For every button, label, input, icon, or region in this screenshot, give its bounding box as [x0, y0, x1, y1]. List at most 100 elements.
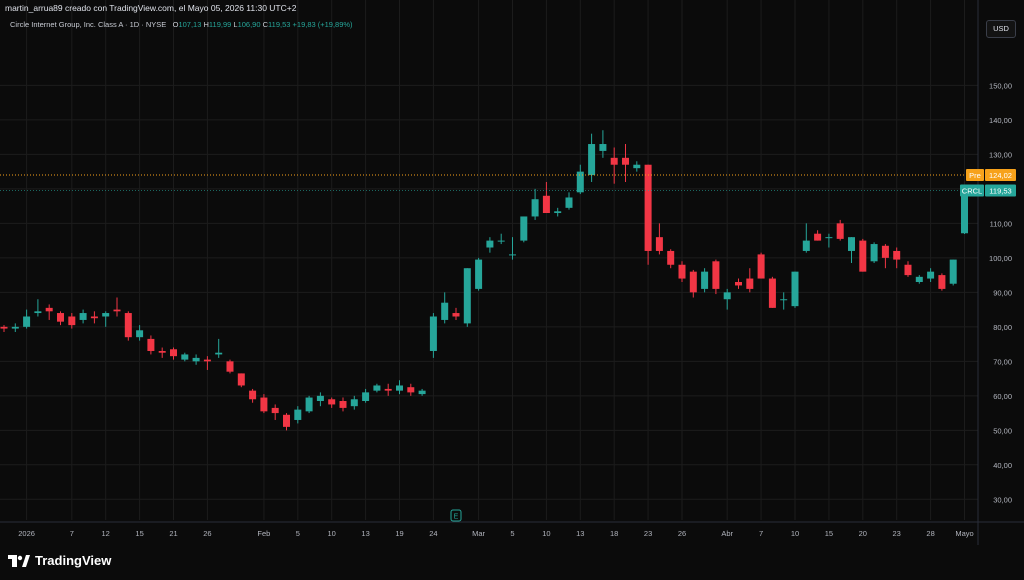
candle-body-down[interactable] — [57, 313, 64, 322]
candle-body-down[interactable] — [158, 350, 166, 353]
y-tick-label: 70,00 — [993, 357, 1012, 366]
candle-body-down[interactable] — [893, 250, 901, 260]
candle-body-up[interactable] — [316, 395, 324, 401]
candle-body-up[interactable] — [192, 357, 200, 362]
candle-body-down[interactable] — [735, 282, 742, 286]
candle-body-up[interactable] — [362, 392, 370, 401]
x-tick-label: 5 — [510, 529, 514, 538]
candle-body-up[interactable] — [802, 240, 810, 251]
candle-body-down[interactable] — [452, 313, 460, 317]
candle-body-up[interactable] — [554, 211, 562, 214]
candle-body-down[interactable] — [283, 414, 290, 427]
candle-body-down[interactable] — [746, 278, 754, 289]
candle-body-down[interactable] — [757, 254, 765, 279]
candle-body-down[interactable] — [124, 313, 132, 338]
candle-body-down[interactable] — [689, 271, 697, 293]
candle-body-down[interactable] — [814, 233, 822, 241]
candle-body-down[interactable] — [170, 349, 177, 357]
candle-body-down[interactable] — [407, 387, 415, 393]
candle-body-down[interactable] — [237, 373, 245, 386]
candle-body-down[interactable] — [68, 316, 76, 326]
candle-body-down[interactable] — [384, 388, 392, 391]
candle-body-down[interactable] — [644, 164, 652, 251]
candle-body-down[interactable] — [113, 309, 121, 312]
candle-body-up[interactable] — [633, 164, 641, 169]
candle-body-up[interactable] — [780, 299, 788, 301]
candle-body-down[interactable] — [655, 237, 663, 251]
candle-body-up[interactable] — [565, 197, 573, 208]
candle-body-down[interactable] — [90, 316, 98, 319]
candle-body-up[interactable] — [23, 316, 31, 327]
candle-body-up[interactable] — [961, 190, 968, 234]
candle-body-up[interactable] — [588, 144, 596, 176]
x-tick-label: 19 — [395, 529, 403, 538]
candle-body-down[interactable] — [904, 264, 912, 276]
candle-body-up[interactable] — [34, 311, 42, 314]
candle-body-down[interactable] — [0, 326, 8, 329]
time-axis[interactable]: 2026 7 12 15 21 26 Feb 5 10 13 19 24 Mar 5 10 13 18 23 26 A… — [0, 521, 1024, 538]
candle-body-up[interactable] — [294, 409, 302, 420]
candle-body-down[interactable] — [768, 278, 776, 308]
candle-body-up[interactable] — [723, 292, 731, 300]
brand-name: TradingView — [35, 553, 112, 568]
candle-body-up[interactable] — [520, 216, 528, 241]
candle-body-down[interactable] — [667, 250, 675, 265]
candle-body-up[interactable] — [418, 390, 426, 395]
candle-body-down[interactable] — [610, 157, 618, 165]
candle-body-up[interactable] — [215, 352, 223, 355]
candle-body-up[interactable] — [429, 316, 437, 351]
candle-body-down[interactable] — [226, 361, 234, 372]
currency-button[interactable]: USD — [986, 20, 1016, 38]
tradingview-logo[interactable]: TradingView — [8, 553, 111, 568]
candle-body-down[interactable] — [836, 223, 844, 239]
candle-body-down[interactable] — [147, 338, 155, 351]
candle-body-up[interactable] — [497, 240, 505, 242]
candle-body-up[interactable] — [486, 240, 494, 248]
x-tick-label: 24 — [429, 529, 437, 538]
chart-attribution: martin_arrua89 creado con TradingView.co… — [5, 3, 297, 13]
candle-body-down[interactable] — [271, 407, 279, 414]
candle-body-up[interactable] — [848, 237, 855, 251]
candle-body-up[interactable] — [927, 271, 935, 279]
candle-body-down[interactable] — [328, 399, 336, 405]
candle-body-up[interactable] — [441, 302, 449, 320]
earnings-event-label: E — [454, 514, 459, 521]
candle-body-up[interactable] — [915, 276, 923, 282]
candle-body-down[interactable] — [45, 307, 53, 312]
candle-body-up[interactable] — [509, 254, 516, 256]
candle-body-up[interactable] — [791, 271, 799, 307]
candle-body-down[interactable] — [881, 245, 889, 258]
candle-body-down[interactable] — [203, 359, 211, 362]
candle-body-up[interactable] — [396, 385, 403, 391]
candle-body-down[interactable] — [260, 397, 268, 412]
price-axis[interactable]: 30,00 40,00 50,00 60,00 70,00 80,00 90,00 100,0… — [977, 0, 1012, 545]
candle-body-down[interactable] — [859, 240, 867, 272]
y-tick-label: 40,00 — [993, 461, 1012, 470]
candle-body-up[interactable] — [79, 313, 87, 320]
candle-body-up[interactable] — [373, 385, 381, 391]
candle-body-up[interactable] — [102, 313, 110, 317]
candle-body-up[interactable] — [475, 259, 483, 289]
y-tick-label: 80,00 — [993, 323, 1012, 332]
candle-body-up[interactable] — [350, 399, 358, 407]
candle-body-up[interactable] — [701, 271, 709, 289]
candle-body-up[interactable] — [463, 268, 471, 324]
candle-body-up[interactable] — [11, 326, 19, 329]
candle-body-up[interactable] — [870, 244, 878, 262]
candle-body-down[interactable] — [712, 261, 720, 289]
candle-body-down[interactable] — [938, 275, 946, 289]
candle-body-down[interactable] — [622, 157, 629, 165]
candle-body-up[interactable] — [825, 237, 833, 239]
candle-body-up[interactable] — [136, 330, 144, 338]
candlestick-chart[interactable]: 30,00 40,00 50,00 60,00 70,00 80,00 90,00 100,0… — [0, 0, 1024, 580]
candle-body-up[interactable] — [531, 199, 539, 217]
candle-body-up[interactable] — [599, 144, 607, 151]
candle-body-down[interactable] — [339, 401, 347, 408]
candle-body-down[interactable] — [678, 264, 686, 279]
x-tick-label: 18 — [610, 529, 618, 538]
candle-body-up[interactable] — [949, 259, 957, 284]
candle-body-up[interactable] — [305, 397, 313, 412]
candle-body-down[interactable] — [249, 390, 257, 400]
candle-body-down[interactable] — [542, 195, 550, 214]
candle-body-up[interactable] — [181, 354, 189, 360]
